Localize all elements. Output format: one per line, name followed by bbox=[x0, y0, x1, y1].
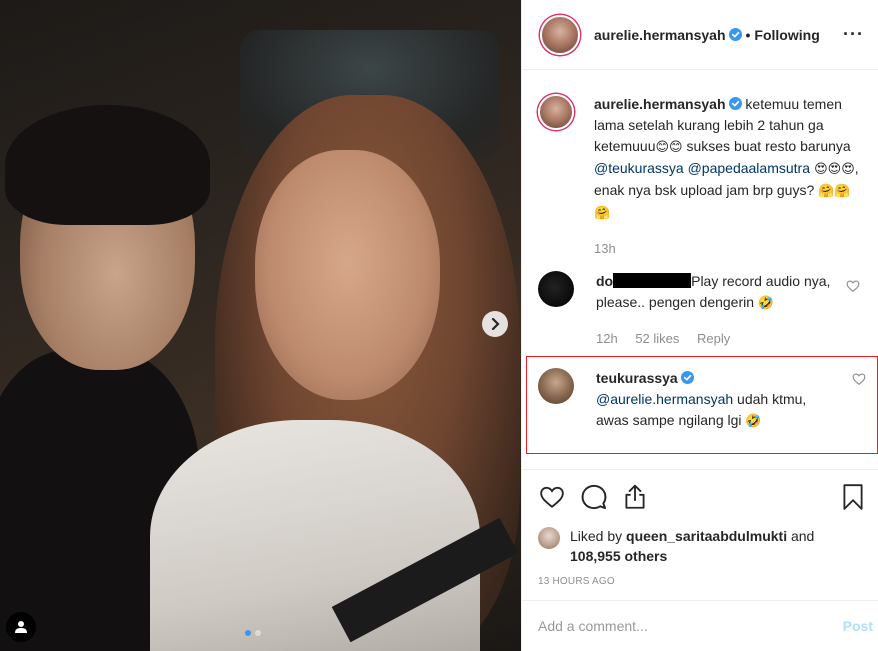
comment: do Play record audio nya, please.. pengen… bbox=[538, 271, 862, 349]
verified-badge-icon bbox=[728, 97, 742, 110]
caption-time[interactable]: 13h bbox=[594, 241, 616, 256]
carousel-dots bbox=[245, 630, 261, 636]
comment-emoji: 🤣 bbox=[757, 296, 775, 311]
caption-text: sukses buat resto barunya bbox=[682, 138, 851, 154]
bookmark-icon[interactable] bbox=[841, 483, 865, 511]
mention-link[interactable]: @aurelie.hermansyah bbox=[596, 391, 733, 407]
person-icon bbox=[15, 621, 27, 633]
comment-input[interactable] bbox=[538, 618, 843, 634]
tagged-people-button[interactable] bbox=[6, 612, 36, 642]
mention-link[interactable]: @papedaalamsutra bbox=[688, 160, 810, 176]
liker-avatar[interactable] bbox=[538, 527, 560, 549]
heart-icon[interactable] bbox=[852, 372, 866, 386]
liker-username[interactable]: queen_saritaabdulmukti bbox=[626, 528, 787, 544]
carousel-dot bbox=[255, 630, 261, 636]
post-timestamp[interactable]: 13 HOURS AGO bbox=[538, 576, 865, 587]
post-header: aurelie.hermansyah • Following ··· bbox=[522, 0, 878, 70]
chevron-right-icon bbox=[491, 318, 500, 330]
header-separator: • bbox=[745, 26, 751, 43]
reply-button[interactable]: Reply bbox=[697, 331, 730, 346]
like-heart-icon[interactable] bbox=[538, 484, 566, 510]
share-icon[interactable] bbox=[622, 483, 648, 511]
caption-username[interactable]: aurelie.hermansyah bbox=[594, 96, 726, 112]
comment-time[interactable]: 12h bbox=[596, 331, 618, 346]
caption-emoji: 😊😊 bbox=[655, 140, 683, 155]
heart-icon[interactable] bbox=[846, 279, 860, 293]
caption: aurelie.hermansyah ketemuu temen lama se… bbox=[538, 94, 862, 259]
post-photo[interactable] bbox=[0, 0, 521, 651]
likes-count[interactable]: 108,955 others bbox=[570, 548, 667, 564]
author-avatar[interactable] bbox=[540, 14, 580, 55]
comment-likes[interactable]: 52 likes bbox=[635, 331, 679, 346]
add-comment-bar: Post bbox=[522, 600, 878, 651]
comments-list: aurelie.hermansyah ketemuu temen lama se… bbox=[522, 70, 878, 349]
post-comment-button[interactable]: Post bbox=[843, 618, 873, 634]
next-slide-button[interactable] bbox=[482, 311, 508, 337]
likes-prefix: Liked by bbox=[570, 528, 627, 544]
verified-badge-icon bbox=[680, 371, 694, 384]
action-icons bbox=[538, 482, 865, 512]
carousel-dot-active bbox=[245, 630, 251, 636]
photo-woman-top bbox=[150, 420, 480, 651]
author-username[interactable]: aurelie.hermansyah bbox=[594, 27, 726, 43]
verified-badge-icon bbox=[728, 28, 742, 41]
likes-summary: Liked by queen_saritaabdulmukti and 108,… bbox=[538, 526, 865, 566]
caption-avatar[interactable] bbox=[538, 94, 574, 130]
post-sidebar: aurelie.hermansyah • Following ··· aurel… bbox=[521, 0, 878, 651]
commenter-avatar[interactable] bbox=[538, 368, 574, 404]
caption-emoji: 😍😍😍 bbox=[810, 162, 855, 177]
more-options-icon[interactable]: ··· bbox=[843, 24, 864, 45]
post-actions: Liked by queen_saritaabdulmukti and 108,… bbox=[522, 469, 878, 587]
commenter-username[interactable]: do bbox=[596, 273, 613, 289]
comment: teukurassya @aurelie.hermansyah udah ktm… bbox=[538, 368, 868, 432]
comment-bubble-icon[interactable] bbox=[580, 483, 608, 511]
mention-link[interactable]: @teukurassya bbox=[594, 160, 684, 176]
comment-emoji: 🤣 bbox=[745, 414, 762, 429]
caption-meta: 13h bbox=[594, 238, 862, 259]
comment-meta: 12h 52 likes Reply bbox=[596, 328, 836, 349]
commenter-avatar[interactable] bbox=[538, 271, 574, 307]
photo-man-hair bbox=[5, 105, 210, 225]
commenter-username[interactable]: teukurassya bbox=[596, 370, 678, 386]
following-button[interactable]: Following bbox=[754, 27, 819, 43]
likes-and: and bbox=[787, 528, 815, 544]
photo-woman-face bbox=[255, 150, 440, 400]
redacted-username bbox=[613, 273, 692, 288]
